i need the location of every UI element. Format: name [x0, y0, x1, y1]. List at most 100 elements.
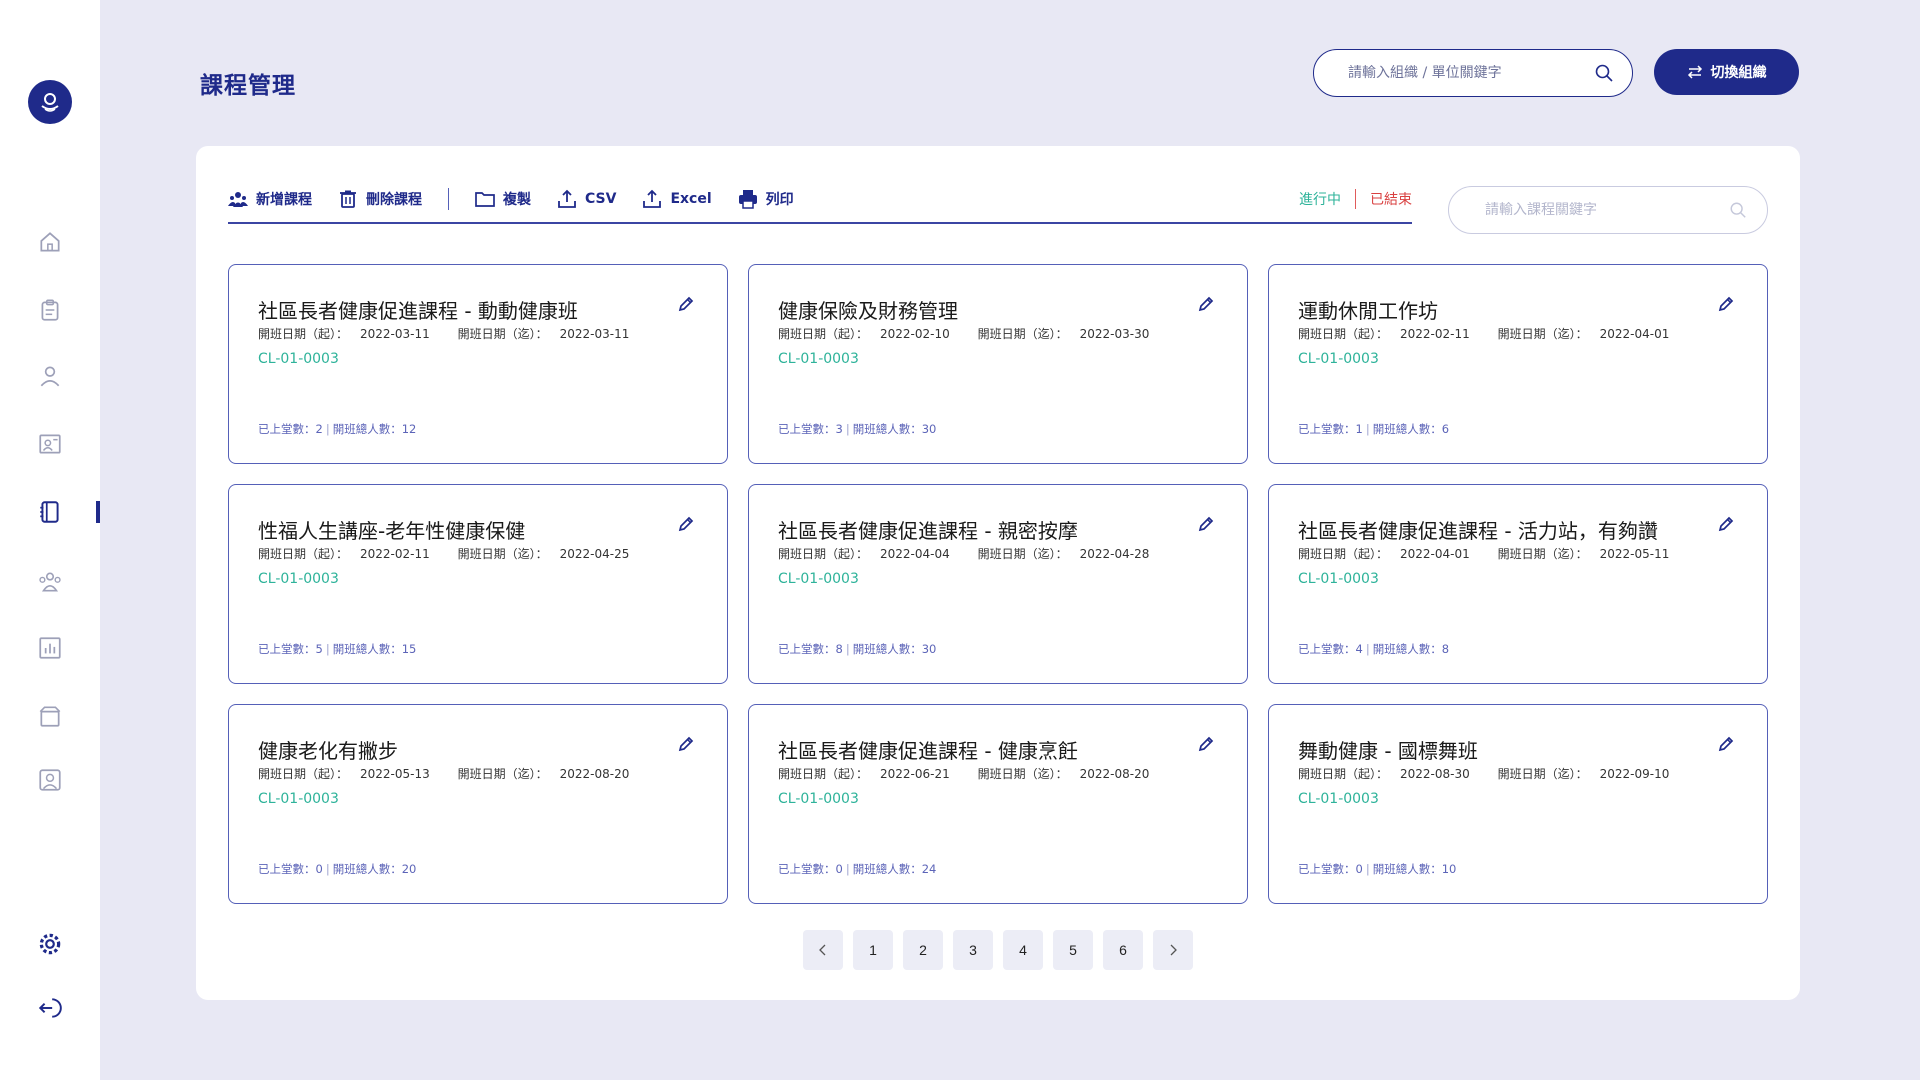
sessions-value: 5: [315, 642, 323, 656]
csv-export-button[interactable]: CSV: [557, 186, 616, 212]
course-card[interactable]: 社區長者健康促進課程 - 活力站，有夠讚 開班日期（起）： 2022-04-01 …: [1268, 484, 1768, 684]
start-date-label: 開班日期（起）：: [1298, 327, 1389, 341]
notebook-icon: [40, 501, 59, 523]
course-card[interactable]: 健康老化有撇步 開班日期（起）： 2022-05-13 開班日期（迄）： 2022-…: [228, 704, 728, 904]
nav-home[interactable]: [36, 228, 64, 256]
search-icon[interactable]: [1594, 63, 1614, 83]
nav-box[interactable]: [36, 702, 64, 730]
nav-logout[interactable]: [36, 994, 64, 1022]
course-code: CL-01-0003: [258, 351, 339, 367]
page-button-4[interactable]: 4: [1003, 930, 1043, 970]
nav-classroom[interactable]: [36, 430, 64, 458]
end-date-value: 2022-04-01: [1599, 327, 1670, 341]
nav-settings[interactable]: [36, 930, 64, 958]
next-page-button[interactable]: [1153, 930, 1193, 970]
course-dates: 開班日期（起）： 2022-08-30 開班日期（迄）： 2022-09-10: [1298, 765, 1693, 782]
edit-icon[interactable]: [1197, 295, 1215, 313]
end-date-label: 開班日期（迄）：: [457, 327, 548, 341]
org-search-input[interactable]: [1348, 65, 1594, 81]
classroom-icon: [39, 434, 61, 454]
nav-group[interactable]: [36, 568, 64, 596]
nav-courses[interactable]: [36, 498, 64, 526]
edit-icon[interactable]: [1717, 735, 1735, 753]
start-date-label: 開班日期（起）：: [258, 327, 349, 341]
course-stats: 已上堂數：3 | 開班總人數：30: [778, 421, 936, 437]
nav-report[interactable]: [36, 634, 64, 662]
profile-card-icon: [39, 769, 61, 791]
course-code: CL-01-0003: [1298, 351, 1379, 367]
edit-icon[interactable]: [1717, 515, 1735, 533]
excel-export-button[interactable]: Excel: [642, 186, 712, 212]
print-button[interactable]: 列印: [738, 186, 794, 212]
stats-divider: |: [325, 422, 330, 436]
printer-icon: [738, 190, 757, 209]
start-date: 開班日期（起）： 2022-03-11: [258, 327, 442, 341]
course-card[interactable]: 舞動健康 - 國標舞班 開班日期（起）： 2022-08-30 開班日期（迄）： 2…: [1268, 704, 1768, 904]
course-card[interactable]: 社區長者健康促進課程 - 動動健康班 開班日期（起）： 2022-03-11 開班…: [228, 264, 728, 464]
start-date: 開班日期（起）： 2022-02-10: [778, 327, 962, 341]
page-button-1[interactable]: 1: [853, 930, 893, 970]
end-date: 開班日期（迄）： 2022-08-20: [458, 767, 642, 781]
page-button-2[interactable]: 2: [903, 930, 943, 970]
tab-ended[interactable]: 已結束: [1370, 189, 1412, 209]
search-icon[interactable]: [1729, 201, 1747, 219]
tab-ongoing[interactable]: 進行中: [1299, 189, 1341, 209]
course-card[interactable]: 性福人生講座-老年性健康保健 開班日期（起）： 2022-02-11 開班日期（迄…: [228, 484, 728, 684]
end-date-label: 開班日期（迄）：: [977, 327, 1068, 341]
end-date-value: 2022-04-28: [1079, 547, 1150, 561]
page-button-6[interactable]: 6: [1103, 930, 1143, 970]
course-dates: 開班日期（起）： 2022-02-11 開班日期（迄）： 2022-04-01: [1298, 325, 1693, 342]
page-button-5[interactable]: 5: [1053, 930, 1093, 970]
edit-icon[interactable]: [1717, 295, 1735, 313]
start-date-value: 2022-02-11: [1400, 327, 1470, 341]
edit-icon[interactable]: [1197, 515, 1215, 533]
sessions-value: 3: [835, 422, 843, 436]
total-label: 開班總人數：: [1372, 422, 1442, 436]
nav-user[interactable]: [36, 362, 64, 390]
course-search-box[interactable]: [1448, 186, 1768, 234]
course-grid: 社區長者健康促進課程 - 動動健康班 開班日期（起）： 2022-03-11 開班…: [228, 264, 1768, 904]
nav-profile[interactable]: [36, 766, 64, 794]
course-card[interactable]: 運動休閒工作坊 開班日期（起）： 2022-02-11 開班日期（迄）： 2022-…: [1268, 264, 1768, 464]
edit-icon[interactable]: [677, 295, 695, 313]
nav-clipboard[interactable]: [36, 296, 64, 324]
sessions-label: 已上堂數：: [258, 862, 316, 876]
end-date-value: 2022-09-10: [1599, 767, 1670, 781]
copy-button[interactable]: 複製: [475, 186, 531, 212]
sessions-label: 已上堂數：: [1298, 862, 1356, 876]
page-button-3[interactable]: 3: [953, 930, 993, 970]
csv-label: CSV: [585, 191, 617, 207]
start-date: 開班日期（起）： 2022-08-30: [1298, 767, 1482, 781]
switch-org-button[interactable]: 切換組織: [1654, 49, 1799, 95]
stats-divider: |: [845, 422, 850, 436]
total-value: 8: [1441, 642, 1450, 656]
course-stats: 已上堂數：0 | 開班總人數：10: [1298, 861, 1456, 877]
upload-icon: [643, 189, 662, 208]
logo[interactable]: [28, 80, 72, 124]
delete-course-button[interactable]: 刪除課程: [338, 186, 422, 212]
prev-page-button[interactable]: [803, 930, 843, 970]
org-search-box[interactable]: [1313, 49, 1633, 97]
sessions-label: 已上堂數：: [778, 862, 836, 876]
course-card[interactable]: 社區長者健康促進課程 - 健康烹飪 開班日期（起）： 2022-06-21 開班日…: [748, 704, 1248, 904]
stats-divider: |: [1365, 422, 1370, 436]
add-course-button[interactable]: 新增課程: [228, 186, 312, 212]
edit-icon[interactable]: [1197, 735, 1215, 753]
course-search-input[interactable]: [1485, 202, 1729, 218]
chart-icon: [39, 637, 61, 659]
course-code: CL-01-0003: [258, 791, 339, 807]
course-card[interactable]: 社區長者健康促進課程 - 親密按摩 開班日期（起）： 2022-04-04 開班日…: [748, 484, 1248, 684]
total-value: 15: [401, 642, 417, 656]
edit-icon[interactable]: [677, 515, 695, 533]
course-card[interactable]: 健康保險及財務管理 開班日期（起）： 2022-02-10 開班日期（迄）： 202…: [748, 264, 1248, 464]
edit-icon[interactable]: [677, 735, 695, 753]
end-date-label: 開班日期（迄）：: [457, 547, 548, 561]
delete-course-label: 刪除課程: [366, 192, 422, 208]
stats-divider: |: [845, 642, 850, 656]
course-panel: 新增課程 刪除課程 複製 CSV Excel 列印 進行中 已結束 請輸入課程關…: [196, 146, 1800, 1000]
total-label: 開班總人數：: [1372, 642, 1442, 656]
end-date-label: 開班日期（迄）：: [1497, 327, 1588, 341]
sessions-value: 8: [835, 642, 843, 656]
end-date-label: 開班日期（迄）：: [457, 767, 548, 781]
status-divider: [1355, 189, 1356, 209]
